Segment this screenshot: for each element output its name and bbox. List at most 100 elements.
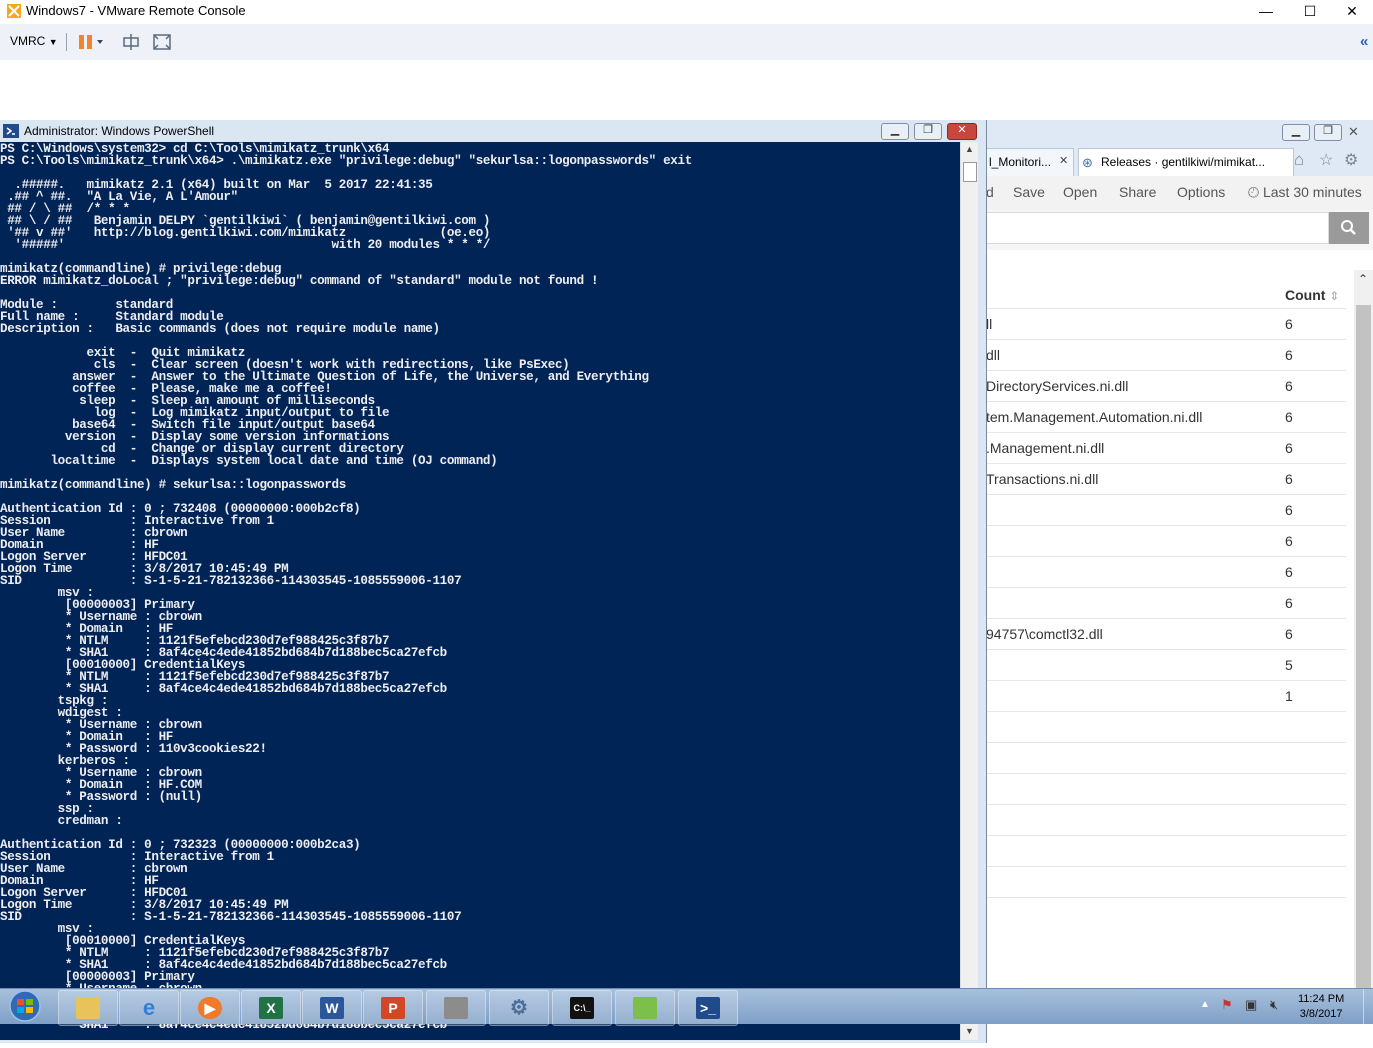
scroll-down-icon[interactable]: ▼ <box>965 1026 974 1036</box>
minimize-button[interactable]: — <box>1243 0 1289 24</box>
powershell-window: Administrator: Windows PowerShell ▁ ❐ ✕ … <box>0 120 987 1043</box>
show-hidden-icons[interactable]: ▲ <box>1200 999 1210 1010</box>
taskbar-settings[interactable]: ⚙ <box>489 990 549 1026</box>
table-row[interactable]: 6 <box>986 495 1346 526</box>
collapse-sidebar-button[interactable]: « <box>1360 33 1368 50</box>
favorites-star-icon[interactable]: ☆ <box>1319 150 1333 170</box>
row-name: 94757\comctl32.dll <box>986 626 1103 642</box>
nav-item-save[interactable]: Save <box>1013 184 1045 200</box>
table-row[interactable] <box>986 774 1346 805</box>
tab-label: Releases · gentilkiwi/mimikat... <box>1101 155 1266 169</box>
row-count: 6 <box>1285 409 1293 425</box>
sort-icon: ⇕ <box>1329 289 1340 303</box>
taskbar-app[interactable] <box>426 990 486 1026</box>
time-range-picker[interactable]: 🕘︎ Last 30 minutes <box>1248 184 1362 201</box>
browser-minimize-button[interactable]: ▁ <box>1282 124 1310 141</box>
table-row[interactable] <box>986 867 1346 898</box>
table-row[interactable]: 94757\comctl32.dll 6 <box>986 619 1346 650</box>
search-input[interactable] <box>986 212 1329 244</box>
table-row[interactable] <box>986 743 1346 774</box>
row-name: .Management.ni.dll <box>986 440 1105 456</box>
toolbar-divider <box>66 33 67 51</box>
browser-close-button[interactable]: ✕ <box>1348 124 1359 140</box>
row-name: Transactions.ni.dll <box>986 471 1099 487</box>
taskbar-word[interactable]: W <box>302 990 362 1026</box>
table-row[interactable]: 5 <box>986 650 1346 681</box>
powershell-title: Administrator: Windows PowerShell <box>24 124 215 138</box>
table-row[interactable]: tem.Management.Automation.ni.dll 6 <box>986 402 1346 433</box>
row-count: 6 <box>1285 471 1293 487</box>
vmrc-menu-label: VMRC <box>10 34 46 48</box>
console-scrollbar[interactable]: ▲ ▼ <box>960 142 978 1040</box>
taskbar-cmd[interactable]: C:\_ <box>552 990 612 1026</box>
fullscreen-icon[interactable] <box>152 33 172 51</box>
show-desktop-button[interactable] <box>1363 989 1373 1024</box>
table-row[interactable]: .Management.ni.dll 6 <box>986 433 1346 464</box>
table-row[interactable]: 6 <box>986 526 1346 557</box>
system-clock[interactable]: 11:24 PM 3/8/2017 <box>1298 992 1344 1022</box>
table-row[interactable]: 6 <box>986 557 1346 588</box>
row-count: 1 <box>1285 688 1293 704</box>
settings-gear-icon[interactable]: ⚙ <box>1344 150 1358 170</box>
table-row[interactable]: 6 <box>986 588 1346 619</box>
row-count: 6 <box>1285 502 1293 518</box>
table-row[interactable] <box>986 712 1346 743</box>
pause-button[interactable] <box>78 34 104 50</box>
taskbar-media-player[interactable]: ▶ <box>180 990 240 1026</box>
table-row[interactable]: dll 6 <box>986 340 1346 371</box>
scroll-up-icon[interactable]: ⌃ <box>1358 272 1368 286</box>
taskbar-powershell[interactable]: >_ <box>678 990 738 1026</box>
vmrc-toolbar: VMRC ▼ « <box>0 24 1373 61</box>
taskbar-excel[interactable]: X <box>241 990 301 1026</box>
close-tab-icon[interactable]: ✕ <box>1059 154 1068 167</box>
media-player-icon: ▶ <box>198 997 222 1019</box>
vmrc-menu-button[interactable]: VMRC ▼ <box>10 34 58 48</box>
taskbar-explorer[interactable] <box>58 990 118 1026</box>
ie-icon: e <box>142 995 156 1020</box>
network-icon[interactable]: ▣ <box>1245 997 1257 1013</box>
vmware-logo-icon <box>7 4 21 18</box>
ps-close-button[interactable]: ✕ <box>947 123 977 140</box>
console-output: PS C:\Windows\system32> cd C:\Tools\mimi… <box>0 142 692 1032</box>
table-row[interactable]: DirectoryServices.ni.dll 6 <box>986 371 1346 402</box>
search-icon <box>1341 220 1356 235</box>
table-row[interactable]: Transactions.ni.dll 6 <box>986 464 1346 495</box>
window-title: Windows7 - VMware Remote Console <box>26 3 246 18</box>
nav-item-open[interactable]: Open <box>1063 184 1097 200</box>
scroll-up-icon[interactable]: ▲ <box>965 144 974 154</box>
taskbar-internet-explorer[interactable]: e <box>119 990 179 1026</box>
taskbar-powerpoint[interactable]: P <box>363 990 423 1026</box>
scrollbar-thumb[interactable] <box>1356 305 1371 1000</box>
ps-restore-button[interactable]: ❐ <box>914 123 942 140</box>
home-icon[interactable]: ⌂ <box>1294 150 1304 170</box>
tab-label: l_Monitori... <box>989 155 1052 169</box>
action-center-icon[interactable]: ⚑ <box>1221 997 1233 1013</box>
tab-github-releases[interactable]: Releases · gentilkiwi/mimikat... <box>1078 148 1294 177</box>
table-row[interactable]: ll 6 <box>986 309 1346 340</box>
cmd-icon: C:\_ <box>570 997 594 1019</box>
time-range-label: Last 30 minutes <box>1262 184 1362 200</box>
powershell-icon: >_ <box>696 997 720 1019</box>
notepad-icon <box>633 997 657 1019</box>
table-row[interactable]: 1 <box>986 681 1346 712</box>
browser-restore-button[interactable]: ❐ <box>1314 124 1342 141</box>
count-column-header[interactable]: Count ⇕ <box>1285 287 1339 303</box>
nav-item-share[interactable]: Share <box>1119 184 1156 200</box>
ps-minimize-button[interactable]: ▁ <box>881 123 909 140</box>
table-row[interactable] <box>986 805 1346 836</box>
table-row[interactable] <box>986 836 1346 867</box>
start-button[interactable] <box>2 989 48 1024</box>
maximize-button[interactable]: ☐ <box>1287 0 1333 24</box>
close-button[interactable]: ✕ <box>1331 0 1373 24</box>
clock-date: 3/8/2017 <box>1299 1008 1343 1020</box>
row-name: tem.Management.Automation.ni.dll <box>986 409 1203 425</box>
browser-title-bar: ▁ ❐ ✕ <box>986 120 1373 144</box>
powershell-console[interactable]: PS C:\Windows\system32> cd C:\Tools\mimi… <box>0 142 960 1040</box>
nav-item-options[interactable]: Options <box>1177 184 1225 200</box>
nav-item-new[interactable]: d <box>986 184 994 200</box>
scrollbar-thumb[interactable] <box>963 162 977 182</box>
taskbar-notepad[interactable] <box>615 990 675 1026</box>
send-ctrl-alt-del-icon[interactable] <box>122 33 140 51</box>
search-button[interactable] <box>1329 212 1369 244</box>
volume-muted-icon[interactable]: 🔇︎ <box>1270 997 1278 1013</box>
